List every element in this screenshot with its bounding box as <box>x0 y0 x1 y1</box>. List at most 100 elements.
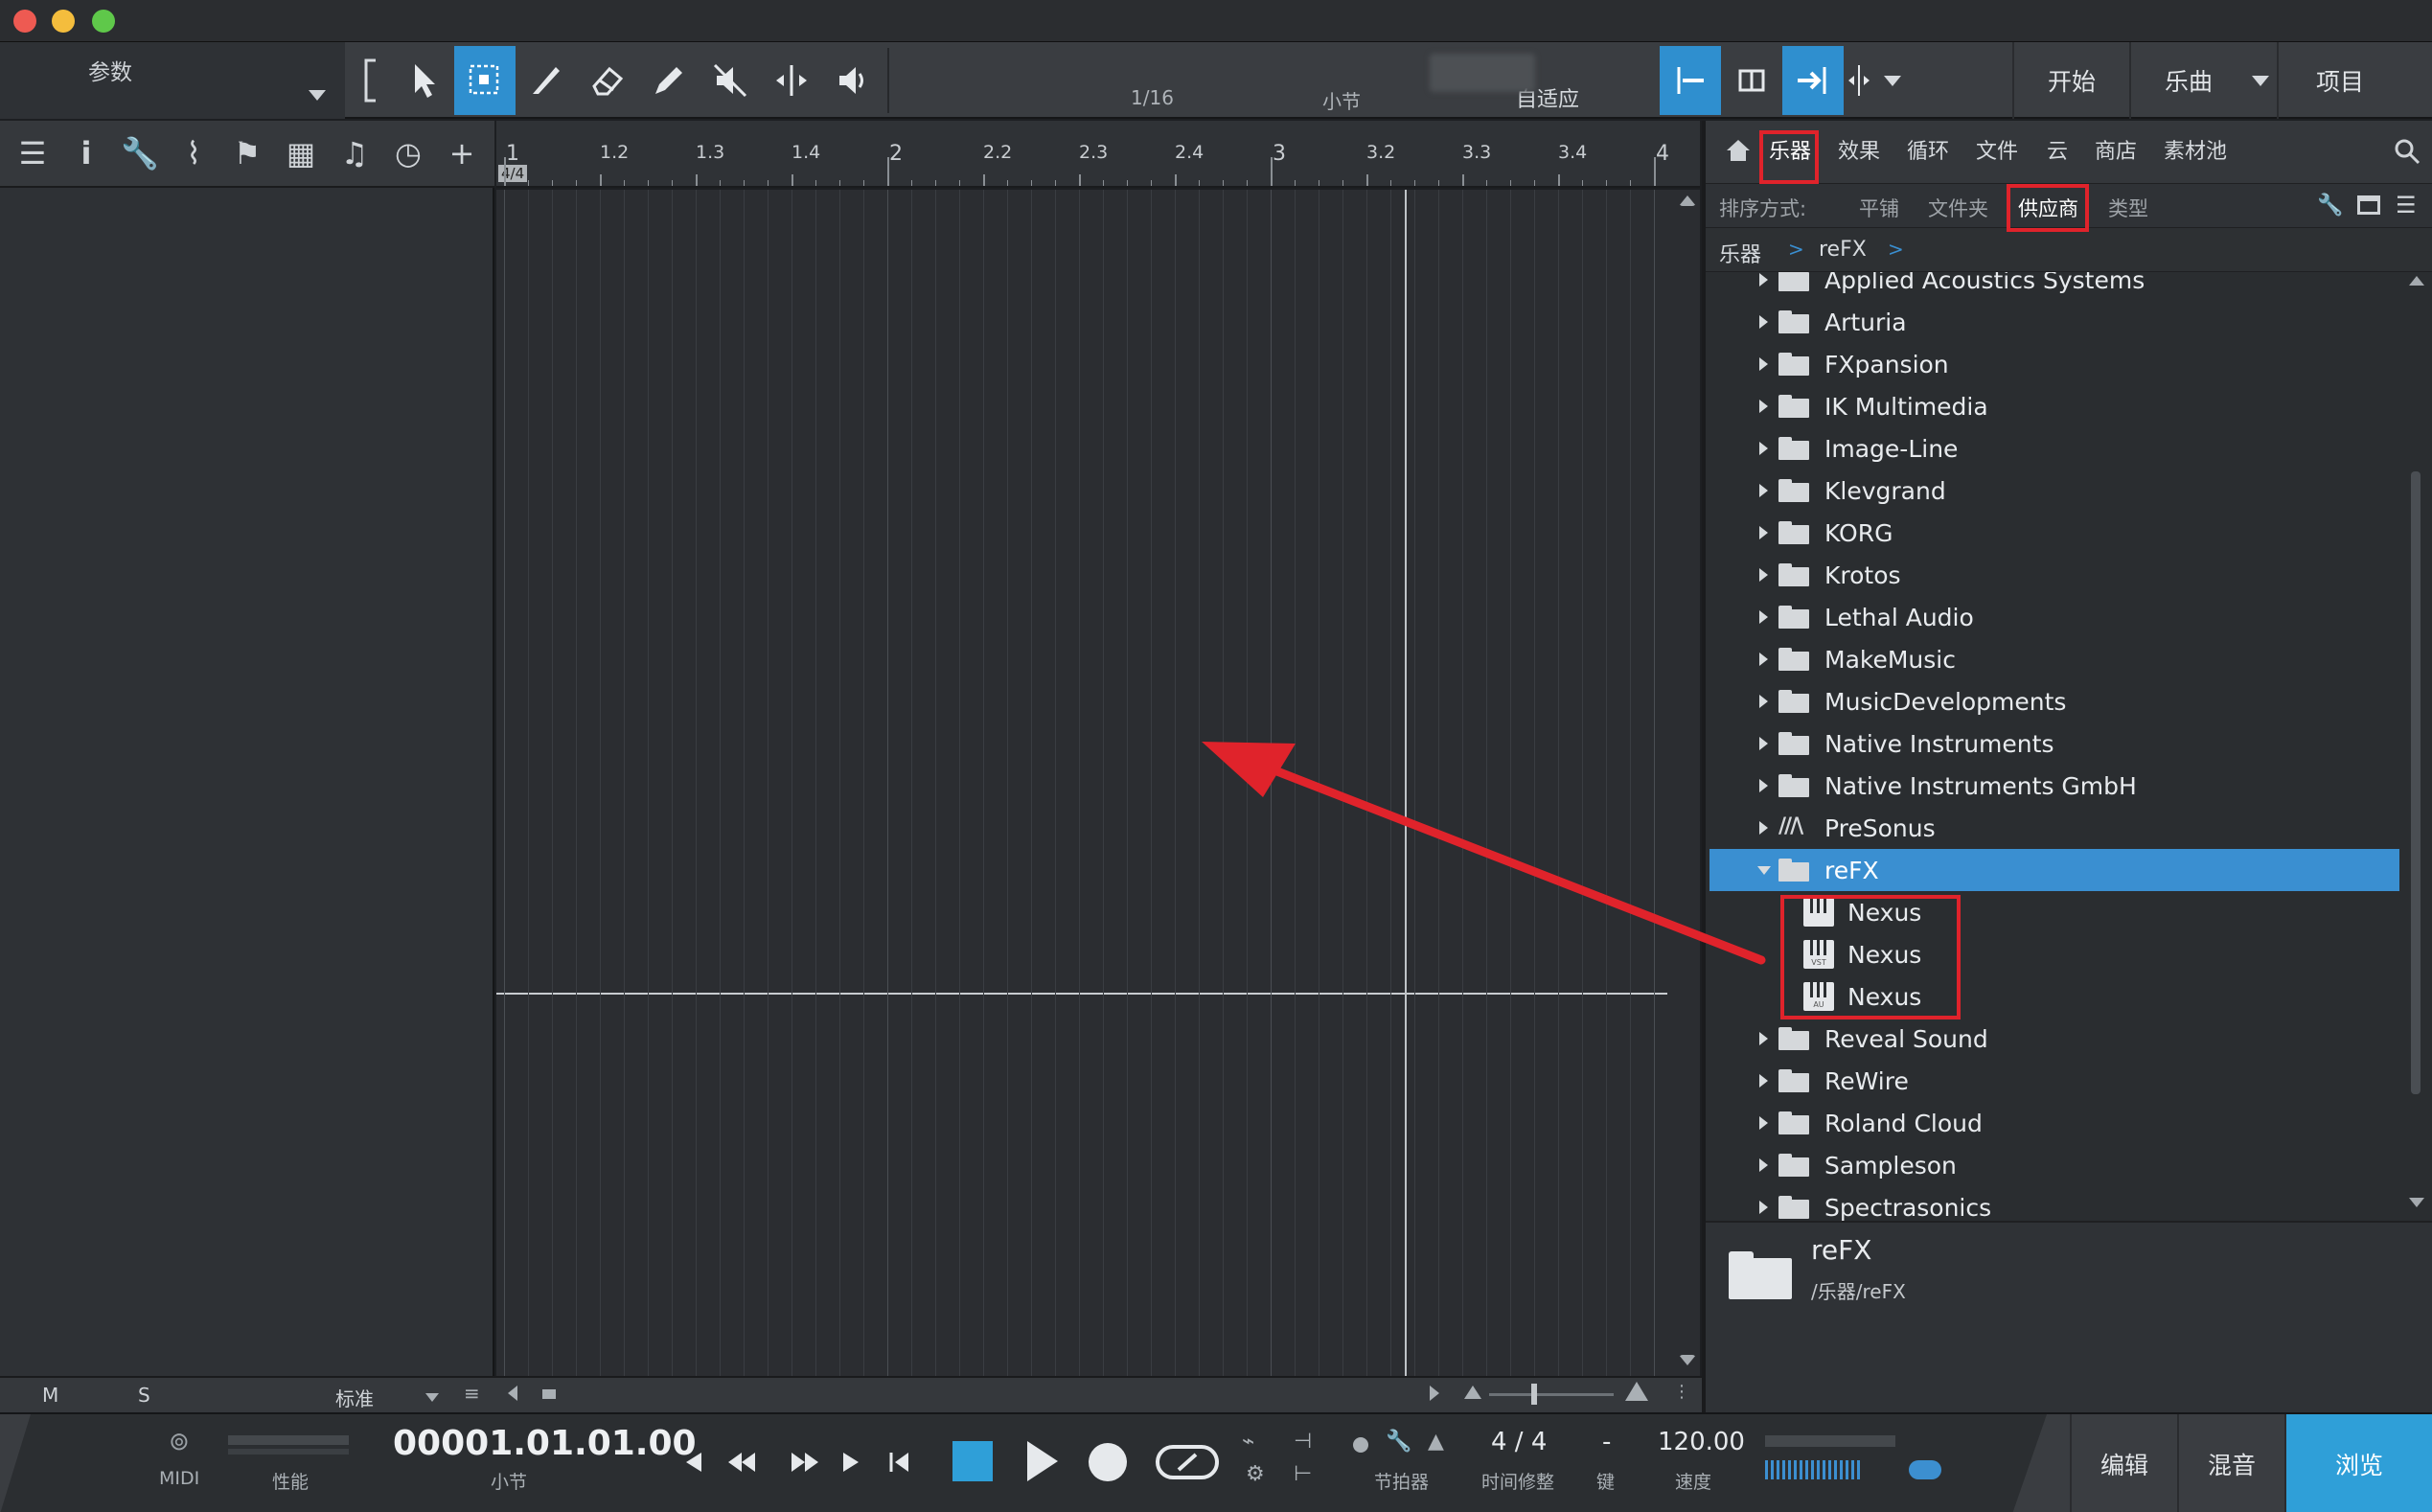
scroll-down-icon[interactable] <box>2409 1198 2424 1207</box>
vendor-folder-row[interactable]: Krotos <box>1709 554 2399 596</box>
marker-flag-icon[interactable]: ⚑ <box>226 129 268 177</box>
expand-arrow-icon[interactable] <box>1759 653 1768 666</box>
vendor-folder-row[interactable]: MakeMusic <box>1709 638 2399 680</box>
vendor-folder-row[interactable]: Sampleson <box>1709 1144 2399 1186</box>
key-display[interactable]: - <box>1602 1428 1611 1456</box>
expand-arrow-icon[interactable] <box>1759 526 1768 539</box>
arrow-tool-button[interactable] <box>393 46 454 115</box>
bend-tool-button[interactable] <box>761 46 822 115</box>
sort-flat[interactable]: 平铺 <box>1859 194 1899 222</box>
autoscroll-button[interactable] <box>1782 46 1844 115</box>
range-tool-button[interactable] <box>454 46 516 115</box>
vendor-folder-row[interactable]: Image-Line <box>1709 427 2399 470</box>
vendor-folder-row[interactable]: Arturia <box>1709 301 2399 343</box>
expand-arrow-icon[interactable] <box>1759 1032 1768 1045</box>
search-icon[interactable] <box>2394 138 2421 169</box>
expand-arrow-icon[interactable] <box>1759 315 1768 329</box>
scroll-left-icon[interactable] <box>508 1386 517 1401</box>
zoom-out-icon[interactable] <box>1464 1386 1481 1399</box>
vendor-folder-row[interactable]: ReWire <box>1709 1060 2399 1102</box>
settings-gear-icon[interactable]: ⚙ <box>1246 1462 1265 1486</box>
zoom-slider-track[interactable] <box>1489 1393 1614 1396</box>
sort-vendor[interactable]: 供应商 <box>2018 194 2078 222</box>
tab-instruments[interactable]: 乐器 <box>1769 134 1811 165</box>
song-page-button[interactable]: 乐曲 <box>2129 42 2246 119</box>
wrench-icon[interactable]: 🔧 <box>2317 194 2343 218</box>
zoom-in-icon[interactable] <box>1625 1382 1648 1401</box>
expand-arrow-icon[interactable] <box>1759 1074 1768 1088</box>
split-tool-button[interactable] <box>516 46 577 115</box>
vendor-folder-row[interactable]: MusicDevelopments <box>1709 680 2399 722</box>
chevron-down-icon[interactable] <box>425 1393 439 1402</box>
midi-keyboard-icon[interactable]: ⊚ <box>169 1428 190 1456</box>
vendor-folder-row[interactable]: Spectrasonics <box>1709 1186 2399 1221</box>
expand-arrow-icon[interactable] <box>1759 568 1768 582</box>
scroll-up-icon[interactable] <box>1679 195 1696 206</box>
timebase-value[interactable]: 小节 <box>1322 86 1361 114</box>
plugin-row[interactable]: VST Nexus <box>1709 933 2399 975</box>
wrench-icon[interactable]: 🔧 <box>1386 1430 1411 1454</box>
vendor-folder-row[interactable]: Klevgrand <box>1709 470 2399 512</box>
breadcrumb-root[interactable]: 乐器 <box>1719 238 1761 268</box>
wrench-icon[interactable]: 🔧 <box>119 129 161 177</box>
tempo-clock-icon[interactable]: ◷ <box>387 129 429 177</box>
list-lines-icon[interactable]: ≡ <box>464 1382 480 1405</box>
mix-view-button[interactable]: 混音 <box>2177 1414 2284 1512</box>
solo-button[interactable]: S <box>138 1384 150 1407</box>
loop-button[interactable] <box>1154 1441 1223 1483</box>
listen-tool-button[interactable] <box>822 46 883 115</box>
snap-start-button[interactable] <box>1660 46 1721 115</box>
chord-track-icon[interactable]: ♫ <box>333 129 376 177</box>
vendor-folder-row[interactable]: Native Instruments GmbH <box>1709 765 2399 807</box>
song-menu-dropdown[interactable] <box>2246 42 2275 119</box>
mute-button[interactable]: M <box>42 1384 58 1407</box>
tab-pool[interactable]: 素材池 <box>2164 134 2227 165</box>
plugin-row[interactable]: AU Nexus <box>1709 975 2399 1018</box>
time-signature-display[interactable]: 4 / 4 <box>1491 1428 1547 1456</box>
sort-type[interactable]: 类型 <box>2108 194 2148 222</box>
expand-arrow-icon[interactable] <box>1759 1158 1768 1172</box>
project-page-button[interactable]: 项目 <box>2277 42 2401 119</box>
tab-loops[interactable]: 循环 <box>1907 134 1949 165</box>
start-page-button[interactable]: 开始 <box>2012 42 2129 119</box>
timeline-ruler[interactable]: 4/4 1 1.2 1.3 1.4 2 2.2 2.3 2.4 3 3.2 3.3 3.4 4 <box>496 121 1700 188</box>
quantize-value[interactable]: 1/16 <box>1131 86 1174 109</box>
metronome-dot-icon[interactable] <box>1353 1437 1368 1453</box>
horizontal-scroll-thumb[interactable] <box>542 1389 556 1399</box>
zoom-window-button[interactable] <box>92 10 115 33</box>
tab-shop[interactable]: 商店 <box>2095 134 2137 165</box>
tree-scrollbar-thumb[interactable] <box>2411 471 2421 1094</box>
vendor-folder-row[interactable]: KORG <box>1709 512 2399 554</box>
minimize-window-button[interactable] <box>52 10 75 33</box>
track-list-icon[interactable]: ☰ <box>11 129 54 177</box>
autopunch-icon[interactable]: ⊢ <box>1294 1462 1312 1486</box>
tab-effects[interactable]: 效果 <box>1838 134 1880 165</box>
stop-button[interactable] <box>952 1441 993 1481</box>
record-button[interactable] <box>1089 1443 1127 1481</box>
scroll-down-icon[interactable] <box>1679 1355 1696 1365</box>
vendor-folder-row-selected[interactable]: reFX <box>1709 849 2399 891</box>
vendor-folder-row[interactable]: Applied Acoustics Systems <box>1709 272 2399 301</box>
inspector-info-icon[interactable]: i <box>65 129 107 177</box>
cursor-follow-button[interactable] <box>1840 46 1878 115</box>
vendor-folder-row[interactable]: Roland Cloud <box>1709 1102 2399 1144</box>
scroll-right-icon[interactable] <box>1430 1386 1439 1401</box>
scroll-up-icon[interactable] <box>2409 276 2424 286</box>
mute-tool-button[interactable] <box>700 46 761 115</box>
snap-options-dropdown[interactable] <box>1878 46 1907 115</box>
close-window-button[interactable] <box>13 10 36 33</box>
tempo-display[interactable]: 120.00 <box>1658 1428 1745 1456</box>
preroll-icon[interactable]: ⊣ <box>1294 1430 1312 1454</box>
expand-arrow-icon[interactable] <box>1759 484 1768 497</box>
window-view-icon[interactable] <box>2357 195 2380 215</box>
expand-arrow-icon[interactable] <box>1759 357 1768 371</box>
expand-arrow-icon[interactable] <box>1759 400 1768 413</box>
eraser-tool-button[interactable] <box>577 46 638 115</box>
vendor-folder-row[interactable]: Reveal Sound <box>1709 1018 2399 1060</box>
vendor-folder-row[interactable]: Native Instruments <box>1709 722 2399 765</box>
tab-cloud[interactable]: 云 <box>2047 134 2068 165</box>
output-toggle[interactable] <box>1909 1460 1941 1479</box>
list-view-icon[interactable]: ☰ <box>2396 192 2417 218</box>
position-display[interactable]: 00001.01.01.00 <box>393 1424 697 1463</box>
expand-arrow-icon[interactable] <box>1759 1116 1768 1130</box>
